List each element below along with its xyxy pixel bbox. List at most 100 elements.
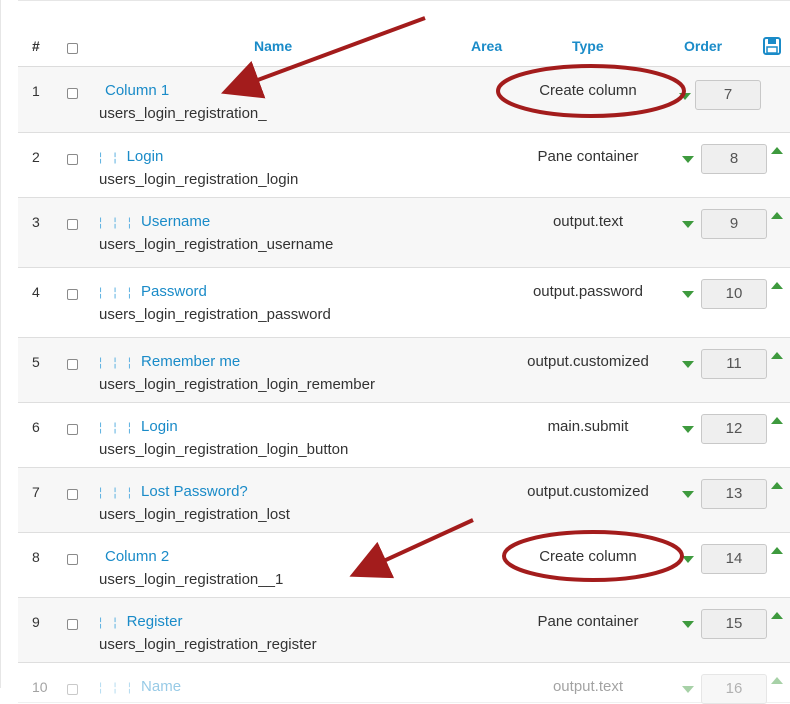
row-name-link[interactable]: ¦ ¦ ¦ Login <box>99 418 178 435</box>
row-label[interactable]: Password <box>141 283 207 300</box>
order-up-icon[interactable] <box>771 282 783 289</box>
indent-marker: ¦ ¦ ¦ <box>99 680 136 694</box>
order-up-icon[interactable] <box>771 212 783 219</box>
row-checkbox[interactable] <box>67 154 78 165</box>
row-name-link[interactable]: ¦ ¦ ¦ Remember me <box>99 353 240 370</box>
table-row: 1 Column 1 users_login_registration_ Cre… <box>18 67 790 133</box>
row-checkbox[interactable] <box>67 359 78 370</box>
select-all-checkbox[interactable] <box>67 43 78 54</box>
row-system-name: users_login_registration_login_button <box>99 441 349 458</box>
order-up-icon[interactable] <box>771 547 783 554</box>
row-type: Create column <box>539 548 637 565</box>
row-name-link[interactable]: ¦ ¦ Login <box>99 148 163 165</box>
row-label[interactable]: Register <box>127 613 183 630</box>
row-checkbox[interactable] <box>67 619 78 630</box>
row-name-link[interactable]: Column 2 <box>99 548 169 565</box>
header-name[interactable]: Name <box>254 38 292 54</box>
indent-marker: ¦ ¦ ¦ <box>99 285 136 299</box>
row-checkbox[interactable] <box>67 424 78 435</box>
order-down-icon[interactable] <box>682 156 694 163</box>
order-input[interactable]: 10 <box>701 279 767 309</box>
top-border <box>18 0 790 1</box>
row-number: 10 <box>32 679 48 695</box>
row-number: 9 <box>32 614 40 630</box>
row-number: 5 <box>32 354 40 370</box>
table-row: 7 ¦ ¦ ¦ Lost Password? users_login_regist… <box>18 468 790 533</box>
row-label[interactable]: Name <box>141 678 181 695</box>
header-type[interactable]: Type <box>572 38 604 54</box>
order-up-icon[interactable] <box>771 482 783 489</box>
order-down-icon[interactable] <box>682 621 694 628</box>
row-type: main.submit <box>547 418 629 435</box>
order-down-icon[interactable] <box>682 686 694 693</box>
row-name-link[interactable]: ¦ ¦ ¦ Username <box>99 213 210 230</box>
header-area[interactable]: Area <box>471 38 502 54</box>
row-label[interactable]: Column 1 <box>105 82 169 99</box>
row-number: 7 <box>32 484 40 500</box>
table-row: 6 ¦ ¦ ¦ Login users_login_registration_lo… <box>18 403 790 468</box>
row-checkbox[interactable] <box>67 88 78 99</box>
row-system-name: users_login_registration_ <box>99 105 267 122</box>
order-input[interactable]: 16 <box>701 674 767 704</box>
row-checkbox[interactable] <box>67 219 78 230</box>
row-label[interactable]: Column 2 <box>105 548 169 565</box>
row-type: output.text <box>552 678 624 695</box>
row-type: output.customized <box>527 483 649 500</box>
row-number: 2 <box>32 149 40 165</box>
order-input[interactable]: 9 <box>701 209 767 239</box>
table-header: # Name Area Type Order <box>18 34 790 68</box>
order-up-icon[interactable] <box>771 147 783 154</box>
table-row: 8 Column 2 users_login_registration__1 C… <box>18 533 790 598</box>
order-input[interactable]: 14 <box>701 544 767 574</box>
row-label[interactable]: Login <box>141 418 178 435</box>
order-down-icon[interactable] <box>682 491 694 498</box>
row-name-link[interactable]: ¦ ¦ Register <box>99 613 182 630</box>
row-system-name: users_login_registration_password <box>99 306 331 323</box>
order-up-icon[interactable] <box>771 612 783 619</box>
table-row: 10 ¦ ¦ ¦ Name output.text 16 <box>18 663 790 704</box>
order-down-icon[interactable] <box>679 93 691 100</box>
row-name-link[interactable]: Column 1 <box>99 82 169 99</box>
order-down-icon[interactable] <box>682 361 694 368</box>
indent-marker: ¦ ¦ <box>99 615 121 629</box>
row-name-link[interactable]: ¦ ¦ ¦ Password <box>99 283 207 300</box>
row-type: output.text <box>552 213 624 230</box>
header-order[interactable]: Order <box>684 38 722 54</box>
order-input[interactable]: 13 <box>701 479 767 509</box>
order-down-icon[interactable] <box>682 221 694 228</box>
row-name-link[interactable]: ¦ ¦ ¦ Lost Password? <box>99 483 248 500</box>
row-name-link[interactable]: ¦ ¦ ¦ Name <box>99 678 181 695</box>
order-input[interactable]: 12 <box>701 414 767 444</box>
indent-marker: ¦ ¦ ¦ <box>99 215 136 229</box>
row-checkbox[interactable] <box>67 289 78 300</box>
row-label[interactable]: Lost Password? <box>141 483 248 500</box>
order-input[interactable]: 11 <box>701 349 767 379</box>
order-input[interactable]: 7 <box>695 80 761 110</box>
order-up-icon[interactable] <box>771 417 783 424</box>
order-down-icon[interactable] <box>682 426 694 433</box>
order-up-icon[interactable] <box>771 677 783 684</box>
row-checkbox[interactable] <box>67 684 78 695</box>
order-down-icon[interactable] <box>682 556 694 563</box>
row-number: 3 <box>32 214 40 230</box>
row-system-name: users_login_registration_login_remember <box>99 376 375 393</box>
order-input[interactable]: 15 <box>701 609 767 639</box>
row-checkbox[interactable] <box>67 554 78 565</box>
table-row: 3 ¦ ¦ ¦ Username users_login_registration… <box>18 198 790 268</box>
row-label[interactable]: Login <box>127 148 164 165</box>
indent-marker: ¦ ¦ ¦ <box>99 420 136 434</box>
indent-marker: ¦ ¦ <box>99 150 121 164</box>
order-down-icon[interactable] <box>682 291 694 298</box>
save-order-icon[interactable] <box>763 37 781 60</box>
row-system-name: users_login_registration_login <box>99 171 299 188</box>
order-input[interactable]: 8 <box>701 144 767 174</box>
row-type: Create column <box>539 82 637 99</box>
row-checkbox[interactable] <box>67 489 78 500</box>
row-label[interactable]: Username <box>141 213 210 230</box>
order-up-icon[interactable] <box>771 352 783 359</box>
row-label[interactable]: Remember me <box>141 353 240 370</box>
row-type: Pane container <box>537 613 639 630</box>
row-system-name: users_login_registration_username <box>99 236 334 253</box>
row-type: output.password <box>532 283 644 300</box>
row-system-name: users_login_registration__1 <box>99 571 284 588</box>
